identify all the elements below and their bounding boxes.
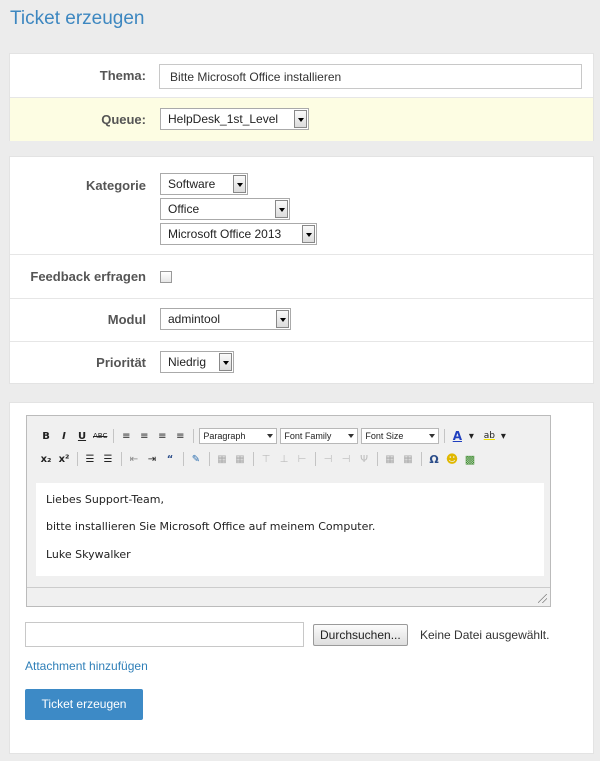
subject-label: Thema: xyxy=(99,68,146,83)
chevron-down-icon[interactable]: ▾ xyxy=(464,431,478,442)
emoticon-icon[interactable]: ☻ xyxy=(445,452,459,466)
attachment-file-input[interactable] xyxy=(25,622,304,647)
strikethrough-button[interactable]: ABC xyxy=(93,432,107,440)
feedback-label: Feedback erfragen xyxy=(30,269,146,284)
split-cells-icon[interactable]: ▦ xyxy=(383,454,397,465)
delete-row-icon[interactable]: ⊢ xyxy=(295,454,309,465)
image-icon[interactable]: ▩ xyxy=(463,453,477,466)
col-before-icon[interactable]: ⊣ xyxy=(321,454,335,465)
toolbar-divider xyxy=(121,452,122,466)
classification-panel: Kategorie Software Office Microsoft Offi… xyxy=(9,156,594,384)
editor-statusbar xyxy=(27,587,550,606)
category-select-1[interactable]: Software xyxy=(160,173,248,195)
priority-select[interactable]: Niedrig xyxy=(160,351,234,373)
message-panel: B I U ABC ≡ ≡ ≡ ≡ Paragraph Font Family … xyxy=(9,402,594,754)
category-select-2[interactable]: Office xyxy=(160,198,290,220)
chevron-down-icon[interactable]: ▾ xyxy=(496,431,510,442)
editor-toolbar-row-2: x₂ x² ☰ ☰ ⇤ ⇥ “ ✎ ▦ ▦ ⊤ ⊥ ⊢ ⊣ ⊣ Ψ ▦ ▦ Ω … xyxy=(39,448,481,470)
queue-label: Queue: xyxy=(101,112,146,127)
editor-toolbar-row-1: B I U ABC ≡ ≡ ≡ ≡ Paragraph Font Family … xyxy=(39,425,514,447)
create-ticket-button[interactable]: Ticket erzeugen xyxy=(25,689,143,720)
toolbar-divider xyxy=(77,452,78,466)
toolbar-divider xyxy=(253,452,254,466)
module-row: Modul admintool xyxy=(10,299,593,342)
queue-row: Queue: HelpDesk_1st_Level xyxy=(10,98,593,141)
chevron-down-icon xyxy=(294,110,307,128)
no-file-text: Keine Datei ausgewählt. xyxy=(420,628,550,642)
chevron-down-icon xyxy=(233,175,246,193)
category-label: Kategorie xyxy=(86,178,146,193)
toolbar-divider xyxy=(315,452,316,466)
text-color-icon[interactable]: A xyxy=(450,429,464,443)
bold-button[interactable]: B xyxy=(39,431,53,442)
priority-label: Priorität xyxy=(96,355,146,370)
numbered-list-icon[interactable]: ☰ xyxy=(101,454,115,465)
subscript-button[interactable]: x₂ xyxy=(39,454,53,465)
editor-line: bitte installieren Sie Microsoft Office … xyxy=(46,520,376,534)
subject-queue-panel: Thema: Queue: HelpDesk_1st_Level xyxy=(9,53,594,141)
align-center-icon[interactable]: ≡ xyxy=(137,431,151,442)
special-char-icon[interactable]: Ω xyxy=(427,453,441,466)
delete-col-icon[interactable]: Ψ xyxy=(357,454,371,465)
toolbar-divider xyxy=(377,452,378,466)
chevron-down-icon xyxy=(275,200,288,218)
table-icon[interactable]: ▦ xyxy=(215,454,229,465)
toolbar-divider xyxy=(183,452,184,466)
outdent-icon[interactable]: ⇤ xyxy=(127,454,141,465)
blockquote-icon[interactable]: “ xyxy=(163,454,177,465)
chevron-down-icon xyxy=(302,225,315,243)
feedback-row: Feedback erfragen xyxy=(10,255,593,299)
indent-icon[interactable]: ⇥ xyxy=(145,454,159,465)
add-attachment-link[interactable]: Attachment hinzufügen xyxy=(25,659,148,673)
chevron-down-icon xyxy=(219,353,232,371)
row-after-icon[interactable]: ⊥ xyxy=(277,454,291,465)
toolbar-divider xyxy=(444,429,446,443)
rich-text-editor: B I U ABC ≡ ≡ ≡ ≡ Paragraph Font Family … xyxy=(26,415,551,607)
priority-row: Priorität Niedrig xyxy=(10,342,593,384)
module-select-value: admintool xyxy=(168,312,221,326)
browse-button[interactable]: Durchsuchen... xyxy=(313,624,408,646)
category-select-3[interactable]: Microsoft Office 2013 xyxy=(160,223,317,245)
font-family-select[interactable]: Font Family xyxy=(280,428,359,444)
font-size-select[interactable]: Font Size xyxy=(361,428,440,444)
toolbar-divider xyxy=(421,452,422,466)
editor-content[interactable]: Liebes Support-Team, bitte installieren … xyxy=(36,483,544,576)
subject-input[interactable] xyxy=(159,64,582,89)
editor-line: Luke Skywalker xyxy=(46,547,131,561)
toolbar-divider xyxy=(209,452,210,466)
category-select-3-value: Microsoft Office 2013 xyxy=(168,227,282,241)
chevron-down-icon xyxy=(276,310,289,328)
align-left-icon[interactable]: ≡ xyxy=(119,431,133,442)
underline-button[interactable]: U xyxy=(75,431,89,442)
editor-line: Liebes Support-Team, xyxy=(46,493,164,506)
page-title: Ticket erzeugen xyxy=(10,8,145,29)
category-row: Kategorie Software Office Microsoft Offi… xyxy=(10,157,593,255)
feedback-checkbox[interactable] xyxy=(160,271,172,283)
bullet-list-icon[interactable]: ☰ xyxy=(83,454,97,465)
resize-handle-icon[interactable] xyxy=(538,594,547,603)
priority-select-value: Niedrig xyxy=(168,355,207,369)
merge-cells-icon[interactable]: ▦ xyxy=(401,454,415,465)
category-select-2-value: Office xyxy=(168,202,200,216)
align-right-icon[interactable]: ≡ xyxy=(155,431,169,442)
module-label: Modul xyxy=(107,312,146,327)
edit-icon[interactable]: ✎ xyxy=(189,454,203,465)
table-props-icon[interactable]: ▦ xyxy=(233,454,247,465)
format-select[interactable]: Paragraph xyxy=(199,428,278,444)
align-justify-icon[interactable]: ≡ xyxy=(173,431,187,442)
queue-select-value: HelpDesk_1st_Level xyxy=(168,112,279,126)
row-before-icon[interactable]: ⊤ xyxy=(259,454,273,465)
toolbar-divider xyxy=(193,429,195,443)
queue-select[interactable]: HelpDesk_1st_Level xyxy=(160,108,309,130)
module-select[interactable]: admintool xyxy=(160,308,291,330)
category-select-1-value: Software xyxy=(168,177,216,191)
italic-button[interactable]: I xyxy=(57,431,71,442)
subject-row: Thema: xyxy=(10,54,593,98)
col-after-icon[interactable]: ⊣ xyxy=(339,454,353,465)
toolbar-divider xyxy=(113,429,115,443)
highlight-color-icon[interactable]: ab xyxy=(482,431,496,441)
superscript-button[interactable]: x² xyxy=(57,454,71,465)
